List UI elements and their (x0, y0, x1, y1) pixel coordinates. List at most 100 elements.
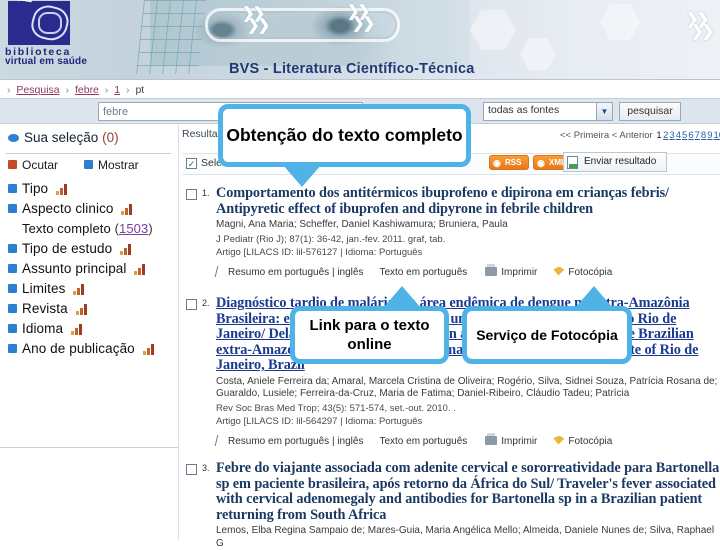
bar-chart-icon[interactable] (56, 184, 69, 195)
search-button[interactable]: pesquisar (619, 102, 681, 121)
breadcrumb-item-page[interactable]: 1 (114, 84, 120, 96)
hexagon-decoration (470, 10, 516, 50)
facet-label: Revista (22, 301, 68, 316)
expand-icon (8, 324, 17, 333)
select-all-checkbox[interactable]: ✓ (186, 158, 197, 169)
print-label: Imprimir (501, 267, 537, 278)
hide-icon (8, 160, 17, 169)
record-authors: Magni, Ana Maria; Scheffer, Daniel Kashi… (216, 219, 720, 232)
record-title[interactable]: Comportamento dos antitérmicos ibuprofen… (216, 186, 720, 217)
pagination-current: 1 (656, 130, 661, 141)
pagination-page[interactable]: 5 (682, 130, 687, 141)
record-body: Febre do viajante associada com adenite … (216, 461, 720, 550)
breadcrumb-item-lang: pt (135, 84, 144, 96)
sidebar-item-tipo-de-estudo[interactable]: Tipo de estudo (0, 241, 178, 261)
photocopy-label: Fotocópia (568, 436, 612, 447)
facet-count-link[interactable]: 1503 (119, 221, 148, 236)
your-selection-row[interactable]: Sua seleção (0) (0, 125, 178, 151)
annotation-online-link-text: Link para o texto online (295, 316, 444, 354)
chevron-down-icon[interactable]: ▼ (596, 103, 612, 120)
source-select[interactable]: todas as fontes ▼ (483, 102, 613, 121)
annotation-photocopy-text: Serviço de Fotocópia (476, 326, 618, 345)
send-results-button[interactable]: Enviar resultado (563, 152, 667, 172)
sidebar-item-revista[interactable]: Revista (0, 301, 178, 321)
page-title: BVS - Literatura Científico-Técnica (229, 61, 475, 77)
bar-chart-icon[interactable] (71, 324, 84, 335)
expand-icon (8, 304, 17, 313)
abstract-link[interactable]: Resumo em português | inglês (216, 267, 363, 278)
print-link[interactable]: Imprimir (485, 436, 537, 447)
send-results-label: Enviar resultado (584, 156, 656, 167)
pagination-page[interactable]: 10 (714, 130, 720, 141)
facet-label: Tipo (22, 181, 48, 196)
abstract-label: Resumo em português | inglês (228, 436, 363, 447)
chevron-icon: ❯❯ (691, 22, 712, 40)
document-icon (567, 156, 578, 169)
photocopy-icon (553, 267, 564, 276)
record-body: Comportamento dos antitérmicos ibuprofen… (216, 186, 720, 278)
breadcrumb: › Pesquisa › febre › 1 › pt (0, 81, 720, 98)
abstract-link[interactable]: Resumo em português | inglês (216, 436, 363, 447)
print-link[interactable]: Imprimir (485, 267, 537, 278)
bar-chart-icon[interactable] (143, 344, 156, 355)
photocopy-link[interactable]: Fotocópia (553, 267, 612, 278)
visibility-toggles: Ocutar Mostrar (0, 158, 178, 178)
hide-toggle[interactable]: Ocutar (8, 158, 58, 172)
pagination-previous[interactable]: < Anterior (612, 130, 653, 141)
bvs-logo[interactable]: bvs biblioteca virtual em saúde (2, 1, 76, 63)
sidebar-item-tipo[interactable]: Tipo (0, 181, 178, 201)
chevron-icon: ❯❯ (352, 14, 373, 32)
fulltext-link[interactable]: Texto em português (379, 436, 467, 447)
rss-button[interactable]: ◉RSS (489, 155, 529, 170)
logo-box: bvs (8, 1, 70, 45)
expand-icon (8, 344, 17, 353)
photocopy-icon (553, 436, 564, 445)
expand-icon (8, 244, 17, 253)
breadcrumb-separator: › (66, 84, 70, 96)
record-number: 3. (202, 463, 210, 473)
header-divider (0, 79, 720, 80)
rss-label: RSS (505, 158, 521, 167)
selection-icon (8, 134, 19, 142)
bar-chart-icon[interactable] (73, 284, 86, 295)
record-actions: Resumo em português | inglês Texto em por… (216, 264, 720, 278)
sidebar-item-idioma[interactable]: Idioma (0, 321, 178, 341)
annotation-online-link: Link para o texto online (290, 306, 449, 364)
show-toggle[interactable]: Mostrar (84, 158, 139, 172)
expand-icon (8, 204, 17, 213)
facet-label: Tipo de estudo (22, 241, 112, 256)
sidebar-item-ano-de-publicacao[interactable]: Ano de publicação (0, 341, 178, 361)
pagination-page[interactable]: 9 (707, 130, 712, 141)
hexagon-decoration (520, 38, 556, 70)
sidebar-item-assunto-principal[interactable]: Assunto principal (0, 261, 178, 281)
sidebar-item-aspecto-clinico[interactable]: Aspecto clinico (0, 201, 178, 221)
abstract-label: Resumo em português | inglês (228, 267, 363, 278)
breadcrumb-item-pesquisa[interactable]: Pesquisa (16, 84, 59, 96)
annotation-photocopy: Serviço de Fotocópia (462, 306, 632, 364)
record-authors: Lemos, Elba Regina Sampaio de; Mares-Gui… (216, 525, 720, 550)
bar-chart-icon[interactable] (121, 204, 134, 215)
pagination-page[interactable]: 7 (695, 130, 700, 141)
record-actions: Resumo em português | inglês Texto em por… (216, 433, 720, 447)
record-checkbox[interactable] (186, 189, 197, 200)
pagination-page[interactable]: 3 (669, 130, 674, 141)
pagination-page[interactable]: 6 (688, 130, 693, 141)
pagination-first[interactable]: << Primeira (560, 130, 609, 141)
fulltext-link[interactable]: Texto em português (379, 267, 467, 278)
bar-chart-icon[interactable] (76, 304, 89, 315)
bar-chart-icon[interactable] (120, 244, 133, 255)
record-title[interactable]: Febre do viajante associada com adenite … (216, 461, 720, 523)
record-checkbox[interactable] (186, 299, 197, 310)
sidebar-item-limites[interactable]: Limites (0, 281, 178, 301)
pagination-page[interactable]: 4 (676, 130, 681, 141)
hide-label: Ocutar (22, 158, 58, 172)
breadcrumb-item-febre[interactable]: febre (75, 84, 99, 96)
pagination-page[interactable]: 8 (701, 130, 706, 141)
expand-icon (8, 184, 17, 193)
bar-chart-icon[interactable] (134, 264, 147, 275)
sidebar-item-texto-completo[interactable]: Texto completo (1503) (0, 221, 178, 241)
record-checkbox[interactable] (186, 464, 197, 475)
pagination-page[interactable]: 2 (663, 130, 668, 141)
sidebar-divider (6, 153, 171, 154)
photocopy-link[interactable]: Fotocópia (553, 436, 612, 447)
